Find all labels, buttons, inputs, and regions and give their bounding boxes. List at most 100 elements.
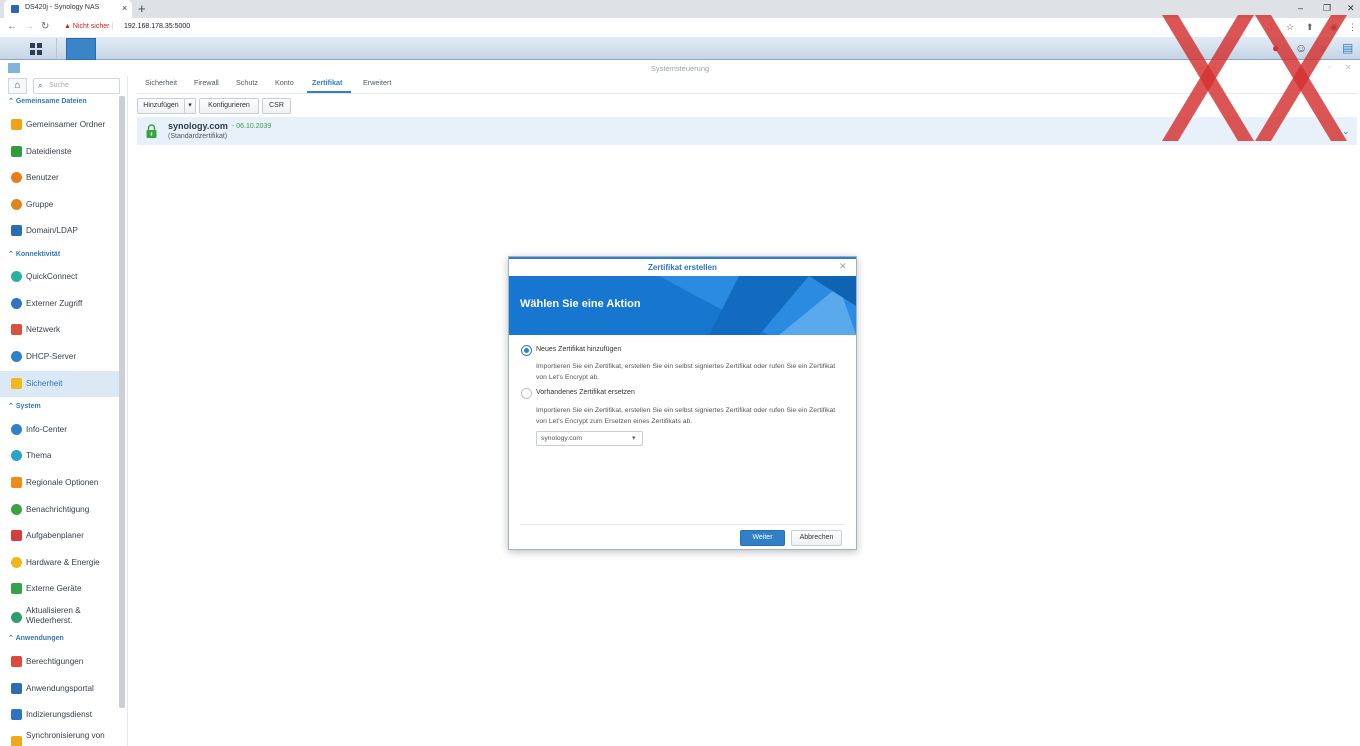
search-input[interactable]: ⌕ Suche (33, 78, 120, 94)
home-icon[interactable]: ⌂ (8, 78, 27, 94)
radio-replace-certificate[interactable] (521, 388, 532, 399)
browser-tab[interactable]: DS420j - Synology NAS × (4, 0, 132, 18)
sidebar-item-label: Gemeinsamer Ordner (26, 120, 106, 129)
sidebar-item-sync[interactable]: Synchronisierung von (0, 728, 119, 746)
sidebar-item-regional-options[interactable]: Regionale Optionen (0, 470, 119, 496)
create-certificate-dialog: Zertifikat erstellen ✕ Wählen Sie eine A… (508, 256, 857, 550)
sidebar-item-application-portal[interactable]: Anwendungsportal (0, 676, 119, 702)
lock-icon (146, 124, 157, 138)
sidebar-item-hardware-power[interactable]: Hardware & Energie (0, 550, 119, 576)
sidebar-item-update-restore[interactable]: Aktualisieren & Wiederherst. (0, 603, 119, 631)
tab-protection[interactable]: Schutz (236, 78, 258, 92)
tab-security[interactable]: Sicherheit (145, 78, 177, 92)
notification-icon (11, 504, 22, 515)
reload-icon[interactable]: ↻ (41, 21, 49, 32)
close-icon[interactable]: ✕ (839, 261, 847, 272)
section-system[interactable]: ⌃ System (8, 402, 41, 410)
csr-button[interactable]: CSR (262, 98, 291, 114)
sidebar-item-label: Anwendungsportal (26, 684, 94, 693)
label-line-2: Wiederherst. (26, 616, 73, 625)
configure-button[interactable]: Konfigurieren (199, 98, 259, 114)
forward-icon[interactable]: → (24, 21, 34, 32)
next-button[interactable]: Weiter (740, 530, 785, 546)
section-label: Anwendungen (15, 635, 64, 642)
sidebar-item-label: Sicherheit (26, 379, 63, 388)
insecure-indicator[interactable]: ▲ Nicht sicher | (64, 23, 113, 30)
active-tab-indicator (307, 91, 351, 93)
sidebar-item-quickconnect[interactable]: QuickConnect (0, 264, 119, 290)
lightbulb-icon (11, 557, 22, 568)
add-button[interactable]: Hinzufügen (137, 98, 185, 114)
certificate-select[interactable]: synology.com ▾ (536, 431, 643, 446)
device-icon (11, 583, 22, 594)
sidebar-item-security[interactable]: Sicherheit (0, 371, 119, 397)
close-tab-icon[interactable]: × (122, 3, 127, 13)
sidebar-item-external-devices[interactable]: Externe Geräte (0, 576, 119, 602)
add-dropdown-arrow-icon[interactable]: ▾ (184, 98, 196, 114)
sidebar-item-label: Aufgabenplaner (26, 531, 84, 540)
sidebar-item-privileges[interactable]: Berechtigungen (0, 649, 119, 675)
control-panel-taskbar-button[interactable] (66, 38, 96, 60)
minimize-button[interactable]: – (1298, 3, 1303, 13)
sidebar-item-domain-ldap[interactable]: Domain/LDAP (0, 218, 119, 244)
dropdown-arrow-icon: ▾ (632, 435, 636, 442)
theme-icon (11, 450, 22, 461)
search-placeholder: Suche (49, 82, 69, 89)
sidebar-item-group[interactable]: Gruppe (0, 192, 119, 218)
xx-watermark (1162, 15, 1347, 141)
warning-icon: ▲ (64, 23, 71, 30)
new-tab-button[interactable]: + (138, 1, 146, 16)
radio-new-certificate[interactable] (521, 345, 532, 356)
option-new-certificate-description: Importieren Sie ein Zertifikat, erstelle… (536, 363, 836, 381)
update-icon (11, 612, 22, 623)
certificate-name: synology.com (168, 121, 228, 131)
tab-certificate[interactable]: Zertifikat (312, 78, 342, 92)
certificate-default-label: (Standardzertifikat) (168, 133, 228, 140)
sidebar-scrollbar[interactable] (119, 96, 125, 708)
section-connectivity[interactable]: ⌃ Konnektivität (8, 250, 60, 258)
sidebar-item-task-scheduler[interactable]: Aufgabenplaner (0, 523, 119, 549)
insecure-label: Nicht sicher (72, 23, 110, 30)
option-replace-certificate-label[interactable]: Vorhandenes Zertifikat ersetzen (536, 389, 635, 396)
browser-tab-strip: DS420j - Synology NAS × + – ❐ ✕ (0, 0, 1360, 18)
window-titlebar: Systemsteuerung ▫ ✕ (0, 60, 1360, 76)
sidebar-item-file-services[interactable]: Dateidienste (0, 139, 119, 165)
main-menu-button[interactable] (12, 38, 57, 58)
cancel-button[interactable]: Abbrechen (791, 530, 842, 546)
quickconnect-icon (11, 271, 22, 282)
calendar-icon (11, 530, 22, 541)
sidebar-item-external-access[interactable]: Externer Zugriff (0, 291, 119, 317)
restore-button[interactable]: ❐ (1323, 3, 1331, 14)
section-applications[interactable]: ⌃ Anwendungen (8, 634, 64, 642)
sidebar-item-dhcp-server[interactable]: DHCP-Server (0, 344, 119, 370)
globe-icon (11, 298, 22, 309)
group-icon (11, 199, 22, 210)
dhcp-icon (11, 351, 22, 362)
sidebar-item-info-center[interactable]: Info-Center (0, 417, 119, 443)
url-text[interactable]: 192.168.178.35:5000 (124, 23, 190, 30)
sidebar-item-label: Externer Zugriff (26, 299, 83, 308)
sidebar-item-theme[interactable]: Thema (0, 443, 119, 469)
tab-account[interactable]: Konto (275, 78, 294, 92)
window-title: Systemsteuerung (650, 64, 710, 73)
option-new-certificate-label[interactable]: Neues Zertifikat hinzufügen (536, 346, 621, 353)
sidebar-item-label: Benutzer (26, 173, 59, 182)
close-window-button[interactable]: ✕ (1347, 3, 1355, 14)
sidebar-item-indexing-service[interactable]: Indizierungsdienst (0, 702, 119, 728)
index-icon (11, 709, 22, 720)
tab-advanced[interactable]: Erweitert (363, 78, 391, 92)
search-icon: ⌕ (38, 81, 43, 90)
sidebar-item-user[interactable]: Benutzer (0, 165, 119, 191)
certificate-select-value: synology.com (541, 435, 583, 442)
grid-icon (30, 43, 35, 48)
section-shared-files[interactable]: ⌃ Gemeinsame Dateien (8, 97, 87, 105)
back-icon[interactable]: ← (7, 21, 17, 32)
sidebar-item-label: Thema (26, 451, 52, 460)
browser-menu-icon[interactable]: ⋮ (1348, 22, 1357, 33)
sidebar-item-shared-folder[interactable]: Gemeinsamer Ordner (0, 112, 119, 138)
folder-icon (11, 119, 22, 130)
privileges-icon (11, 656, 22, 667)
sidebar-item-network[interactable]: Netzwerk (0, 317, 119, 343)
tab-firewall[interactable]: Firewall (194, 78, 219, 92)
sidebar-item-notification[interactable]: Benachrichtigung (0, 497, 119, 523)
